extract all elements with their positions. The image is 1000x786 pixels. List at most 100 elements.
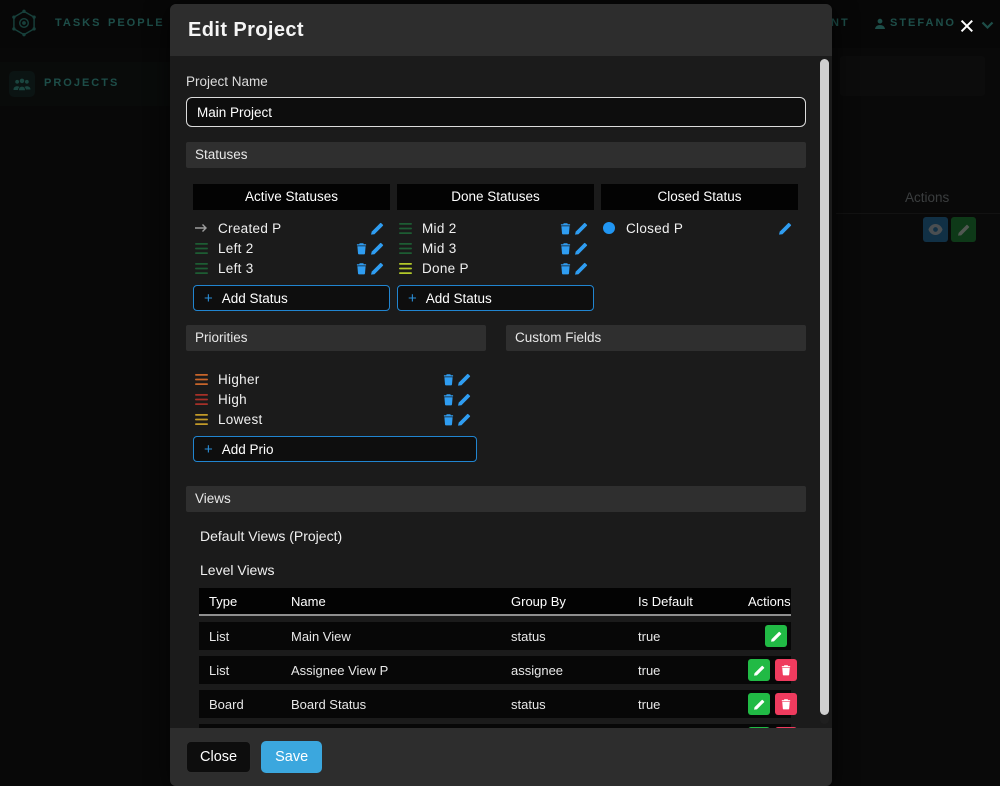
table-row: List Main View status true: [199, 622, 791, 650]
drag-handle-icon[interactable]: [195, 374, 210, 385]
delete-status-icon[interactable]: [560, 242, 571, 255]
section-custom-fields: Custom Fields: [506, 325, 806, 351]
cell-type: List: [199, 663, 291, 678]
save-button[interactable]: Save: [261, 741, 322, 773]
cell-group-by: assignee: [511, 663, 638, 678]
column-header: Done Statuses: [397, 184, 594, 210]
drag-handle-icon[interactable]: [399, 263, 414, 274]
column-header: Active Statuses: [193, 184, 390, 210]
edit-status-icon[interactable]: [371, 222, 384, 235]
priority-name: Lowest: [218, 412, 263, 427]
edit-priority-icon[interactable]: [458, 393, 471, 406]
delete-view-button[interactable]: [775, 693, 797, 715]
statuses-grid: Active Statuses Created P: [193, 184, 806, 311]
edit-status-icon[interactable]: [575, 242, 588, 255]
section-views: Views: [186, 486, 806, 512]
project-name-label: Project Name: [186, 74, 806, 89]
add-priority-label: Add Prio: [222, 442, 274, 457]
level-views-label: Level Views: [200, 562, 806, 578]
app-root: TASKS PEOPLE NT STEFANO PROJECTS: [0, 0, 1000, 786]
status-name: Done P: [422, 261, 469, 276]
priority-name: Higher: [218, 372, 260, 387]
edit-status-icon[interactable]: [779, 222, 792, 235]
active-statuses-column: Active Statuses Created P: [193, 184, 390, 311]
edit-view-button[interactable]: [748, 659, 770, 681]
add-status-label: Add Status: [426, 291, 492, 306]
cell-name: Assignee View P: [291, 663, 511, 678]
drag-handle-icon[interactable]: [399, 243, 414, 254]
cell-type: List: [199, 629, 291, 644]
table-header-row: Type Name Group By Is Default Actions: [199, 588, 791, 616]
col-group-by: Group By: [511, 594, 638, 609]
status-item: Created P: [193, 218, 390, 238]
edit-status-icon[interactable]: [575, 262, 588, 275]
status-item: Mid 2: [397, 218, 594, 238]
edit-priority-icon[interactable]: [458, 373, 471, 386]
edit-view-button[interactable]: [748, 693, 770, 715]
default-views-label: Default Views (Project): [200, 528, 806, 544]
edit-status-icon[interactable]: [575, 222, 588, 235]
edit-status-icon[interactable]: [371, 262, 384, 275]
table-row: List Assignee View P assignee true: [199, 656, 791, 684]
priority-item: High: [193, 389, 477, 409]
drag-handle-icon[interactable]: [195, 243, 210, 254]
status-item: Left 3: [193, 258, 390, 278]
plus-icon: +: [204, 442, 213, 457]
delete-status-icon[interactable]: [560, 262, 571, 275]
done-statuses-column: Done Statuses Mid 2: [397, 184, 594, 311]
col-is-default: Is Default: [638, 594, 748, 609]
edit-priority-icon[interactable]: [458, 413, 471, 426]
cell-group-by: status: [511, 629, 638, 644]
delete-status-icon[interactable]: [356, 242, 367, 255]
cell-name: Main View: [291, 629, 511, 644]
section-priorities: Priorities: [186, 325, 486, 351]
priority-item: Lowest: [193, 409, 477, 429]
cell-group-by: status: [511, 697, 638, 712]
project-name-input[interactable]: [186, 97, 806, 127]
col-actions: Actions: [748, 594, 799, 609]
closed-circle-icon: [603, 222, 618, 234]
delete-priority-icon[interactable]: [443, 373, 454, 386]
drag-handle-icon[interactable]: [195, 263, 210, 274]
closed-status-column: Closed Status Closed P: [601, 184, 798, 311]
drag-handle-icon[interactable]: [195, 394, 210, 405]
arrow-right-icon: [195, 223, 210, 233]
delete-status-icon[interactable]: [560, 222, 571, 235]
cell-is-default: true: [638, 663, 748, 678]
cell-type: Board: [199, 697, 291, 712]
add-status-button[interactable]: + Add Status: [397, 285, 594, 311]
modal-scrollbar-thumb[interactable]: [820, 59, 829, 715]
add-status-button[interactable]: + Add Status: [193, 285, 390, 311]
close-button[interactable]: Close: [186, 741, 251, 773]
modal-header: Edit Project: [170, 4, 832, 56]
cell-is-default: true: [638, 697, 748, 712]
modal-title: Edit Project: [188, 19, 304, 42]
drag-handle-icon[interactable]: [399, 223, 414, 234]
status-item: Closed P: [601, 218, 798, 238]
table-row: Board Board Status status true: [199, 690, 791, 718]
priorities-column: Priorities Higher: [186, 325, 486, 462]
status-item: Done P: [397, 258, 594, 278]
edit-project-modal: Edit Project Project Name Statuses Activ…: [170, 4, 832, 786]
status-item: Mid 3: [397, 238, 594, 258]
delete-priority-icon[interactable]: [443, 393, 454, 406]
add-status-label: Add Status: [222, 291, 288, 306]
modal-scrollbar-track[interactable]: [820, 58, 829, 724]
status-item: Left 2: [193, 238, 390, 258]
plus-icon: +: [408, 291, 417, 306]
delete-priority-icon[interactable]: [443, 413, 454, 426]
plus-icon: +: [204, 291, 213, 306]
col-type: Type: [199, 594, 291, 609]
close-icon[interactable]: ×: [959, 13, 975, 40]
modal-body: Project Name Statuses Active Statuses Cr…: [170, 56, 832, 786]
status-name: Mid 3: [422, 241, 457, 256]
custom-fields-column: Custom Fields: [506, 325, 806, 462]
cell-name: Board Status: [291, 697, 511, 712]
delete-status-icon[interactable]: [356, 262, 367, 275]
drag-handle-icon[interactable]: [195, 414, 210, 425]
edit-status-icon[interactable]: [371, 242, 384, 255]
cell-is-default: true: [638, 629, 748, 644]
edit-view-button[interactable]: [765, 625, 787, 647]
delete-view-button[interactable]: [775, 659, 797, 681]
add-priority-button[interactable]: + Add Prio: [193, 436, 477, 462]
